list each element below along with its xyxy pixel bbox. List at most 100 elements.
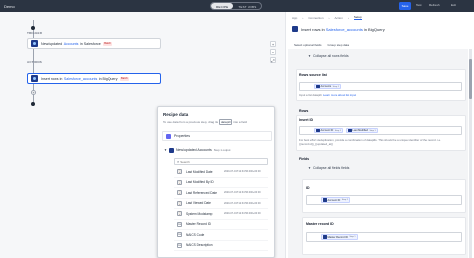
- datapill-token[interactable]: Accounts Step 1: [314, 83, 341, 90]
- exit-button[interactable]: Exit: [451, 3, 456, 7]
- crumb-action[interactable]: Action: [335, 16, 343, 20]
- insert-id-label: Insert ID: [299, 118, 314, 122]
- insert-id-input[interactable]: Account ID Step 1 Last Modified Step 1: [299, 126, 462, 135]
- recipe-data-title: Recipe data: [163, 112, 189, 117]
- trigger-step-app: in Salesforce: [79, 41, 101, 46]
- datapill-list: ⌚ Last Modified Date 2020-07-01T12:34:56.0…: [174, 167, 268, 251]
- trigger-step[interactable]: New/updated Accounts in Salesforce Batch: [27, 38, 161, 49]
- datapill-row[interactable]: Aa Master Record ID: [174, 220, 268, 230]
- batch-badge: Batch: [102, 41, 113, 46]
- salesforce-icon: [323, 235, 327, 239]
- panel-title: Insert rows in Salesforce_accounts in Bi…: [292, 26, 385, 32]
- field-type-icon: ⌚: [177, 211, 182, 217]
- group-step-data-link[interactable]: Group step data: [328, 43, 350, 47]
- salesforce-icon: [168, 147, 174, 153]
- search-input[interactable]: [180, 159, 261, 164]
- properties-icon: [166, 133, 171, 139]
- actions-label: ACTIONS: [27, 60, 42, 64]
- trigger-step-object: Accounts: [63, 41, 79, 46]
- datapill-row[interactable]: ⌚ Last Modified By ID: [174, 178, 268, 188]
- recipe-data-panel: Recipe data To use data from a previous …: [157, 106, 275, 258]
- search-icon: ⌕: [177, 159, 180, 164]
- group-count: Step 1 output: [213, 148, 231, 152]
- master-record-label: Master record ID: [306, 222, 334, 226]
- fit-view-icon[interactable]: ⤢: [270, 57, 276, 63]
- datapill-token[interactable]: Account ID Step 1: [314, 127, 344, 134]
- chevron-right-icon: ›: [328, 15, 330, 20]
- field-type-icon: ⌚: [177, 179, 182, 185]
- field-type-icon: ⌚: [177, 169, 182, 175]
- field-type-icon: ⌚: [177, 190, 182, 196]
- end-dot: [31, 102, 35, 106]
- action-step-text: Insert rows: [41, 76, 59, 81]
- panel-links: Select optional fields Group step data: [294, 43, 349, 47]
- salesforce-icon: [316, 128, 320, 133]
- rows-source-input[interactable]: Accounts Step 1: [299, 82, 462, 91]
- add-step-plus-icon[interactable]: +: [31, 90, 36, 95]
- insert-id-hint: For best effort deduplication, provide a…: [299, 138, 442, 146]
- action-step[interactable]: Insert rows in Salesforce_accounts in Bi…: [27, 73, 161, 84]
- chevron-right-icon: ›: [347, 15, 349, 20]
- step-config-panel: App › Connection › Action › Setup Insert…: [285, 12, 474, 258]
- step-output-group[interactable]: ▼ New/updated Accounts Step 1 output: [162, 145, 272, 155]
- wizard-breadcrumb: App › Connection › Action › Setup: [292, 15, 474, 20]
- datapill-row[interactable]: Aa NAICS Code: [174, 230, 268, 241]
- salesforce-icon: [323, 198, 327, 202]
- select-optional-fields-link[interactable]: Select optional fields: [294, 43, 322, 47]
- datapill-token[interactable]: Last Modified Step 1: [346, 127, 378, 134]
- batch-badge: Batch: [119, 76, 130, 81]
- app-title: Demo: [4, 3, 15, 9]
- datapill-row[interactable]: ⌚ System Modstamp 2020-07-01T12:34:56.000+…: [174, 209, 268, 220]
- datapill-row[interactable]: ⌚ Last Modified Date 2020-07-01T12:34:56.0…: [174, 167, 268, 178]
- field-type-icon: Aa: [177, 242, 182, 248]
- search-box: ⌕: [174, 158, 268, 165]
- tab-test-jobs[interactable]: TEST JOBS: [233, 3, 261, 9]
- view-switcher: RECIPE TEST JOBS: [210, 2, 263, 10]
- collapse-all-rows-button[interactable]: ▼ Collapse all rows fields: [308, 54, 349, 58]
- collapse-all-fields-button[interactable]: ▼ Collapse all fields fields: [308, 166, 349, 170]
- salesforce-icon: [31, 40, 38, 47]
- datapill-row[interactable]: ⌚ Last Referenced Date 2020-07-01T12:34:56…: [174, 188, 268, 199]
- datapill-token[interactable]: Master Record ID Step 1: [321, 234, 358, 240]
- learn-more-list-input-link[interactable]: Learn more about list input: [323, 93, 356, 97]
- zoom-out-icon[interactable]: −: [270, 49, 276, 55]
- chevron-right-icon: ›: [302, 15, 304, 20]
- datapill-row[interactable]: ⌚ Last Viewed Date 2020-07-01T12:34:56.000…: [174, 199, 268, 209]
- chevron-down-icon: ▼: [308, 166, 311, 170]
- recipe-data-hint: To use data from a previous step, drag i…: [163, 119, 247, 125]
- rows-source-label: Rows source list: [299, 73, 327, 77]
- field-type-icon: ⌚: [177, 200, 182, 206]
- crumb-connection[interactable]: Connection: [308, 16, 323, 20]
- tab-recipe[interactable]: RECIPE: [211, 3, 234, 9]
- refresh-button[interactable]: Refresh: [429, 3, 440, 7]
- trigger-dot: [31, 26, 35, 30]
- id-field-input[interactable]: Account ID Step 1: [306, 195, 462, 205]
- crumb-app[interactable]: App: [292, 16, 297, 20]
- zoom-in-icon[interactable]: +: [270, 41, 276, 47]
- fields-label: Fields: [299, 157, 310, 161]
- action-step-app: in BigQuery: [98, 76, 118, 81]
- group-name: New/updated Accounts: [175, 148, 212, 152]
- save-button[interactable]: Save: [399, 2, 411, 10]
- datapill-token[interactable]: Account ID Step 1: [321, 197, 351, 203]
- scrollbar-thumb[interactable]: [469, 59, 472, 99]
- salesforce-icon: [348, 128, 352, 133]
- rows-label: Rows: [299, 109, 309, 113]
- chevron-down-icon: ▼: [308, 54, 311, 58]
- test-button[interactable]: Test: [416, 3, 422, 7]
- master-record-input[interactable]: Master Record ID Step 1: [306, 232, 462, 242]
- bigquery-icon: [292, 26, 298, 32]
- zoom-controls: + − ⤢: [270, 41, 277, 63]
- properties-label: Properties: [174, 134, 190, 138]
- datapill-row[interactable]: Aa NAICS Description: [174, 241, 268, 251]
- trigger-step-text: New/updated: [41, 41, 63, 46]
- id-field-label: ID: [306, 186, 310, 190]
- chevron-down-icon: ▼: [164, 148, 167, 152]
- field-type-icon: Aa: [177, 221, 182, 227]
- action-step-object: Salesforce_accounts: [63, 76, 98, 81]
- properties-section[interactable]: Properties: [162, 131, 272, 141]
- top-bar: Demo RECIPE TEST JOBS Save Test Refresh …: [0, 0, 474, 12]
- panel-scrollbar[interactable]: [469, 49, 472, 258]
- crumb-setup[interactable]: Setup: [353, 15, 362, 20]
- datapill-example: datapill: [218, 119, 233, 125]
